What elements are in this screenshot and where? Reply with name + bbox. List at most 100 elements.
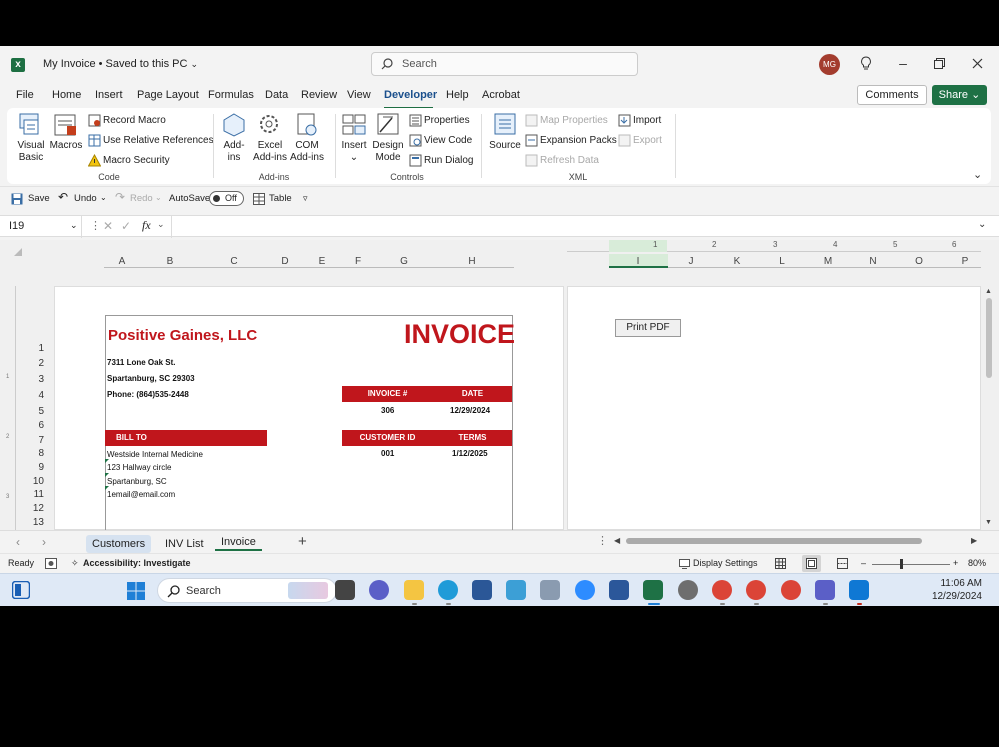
search-input[interactable]: Search — [371, 52, 638, 76]
microsoft-store-icon[interactable] — [472, 580, 492, 600]
print-pdf-button[interactable]: Print PDF — [615, 319, 681, 337]
row-header[interactable]: 4 — [22, 390, 44, 401]
tab-help[interactable]: Help — [446, 89, 469, 101]
scroll-up-icon[interactable]: ▲ — [985, 288, 992, 295]
autosave-toggle[interactable]: Off — [209, 191, 244, 206]
chrome-icon[interactable] — [712, 580, 732, 600]
relative-references-button[interactable]: Use Relative References — [103, 135, 214, 146]
scroll-down-icon[interactable]: ▼ — [985, 519, 992, 526]
scroll-tabs-left-icon[interactable]: ‹ — [16, 535, 20, 549]
map-properties-button[interactable]: Map Properties — [540, 115, 608, 126]
tab-developer[interactable]: Developer — [384, 89, 437, 101]
column-header[interactable]: H — [452, 256, 492, 267]
select-all-corner-icon[interactable] — [14, 248, 22, 256]
macro-recording-icon[interactable] — [45, 558, 57, 569]
row-header[interactable]: 9 — [22, 462, 44, 473]
normal-view-icon[interactable] — [775, 558, 786, 569]
insert-function-icon[interactable]: fx — [142, 218, 151, 233]
view-code-button[interactable]: View Code — [424, 135, 472, 146]
column-header[interactable]: F — [338, 256, 378, 267]
customize-toolbar-chevron-icon[interactable]: ▿ — [303, 193, 308, 204]
column-header[interactable]: N — [853, 256, 893, 267]
chrome-icon[interactable] — [781, 580, 801, 600]
remote-desktop-icon[interactable] — [506, 580, 526, 600]
widgets-icon[interactable] — [12, 581, 30, 599]
page-break-preview-icon[interactable] — [837, 558, 848, 569]
undo-button[interactable]: Undo — [74, 193, 97, 204]
sheet-tab-invoice[interactable]: Invoice — [215, 533, 262, 551]
add-ins-button[interactable]: Add-ins — [217, 140, 251, 164]
tab-page-layout[interactable]: Page Layout — [137, 89, 199, 101]
column-header[interactable]: K — [717, 256, 757, 267]
sheet-tab-customers[interactable]: Customers — [86, 535, 152, 553]
expand-formula-bar-chevron-icon[interactable]: ⌄ — [978, 219, 986, 230]
clock-date[interactable]: 12/29/2024 — [912, 591, 982, 602]
tab-view[interactable]: View — [347, 89, 371, 101]
horizontal-scrollbar-thumb[interactable] — [626, 538, 922, 544]
tab-insert[interactable]: Insert — [95, 89, 123, 101]
row-header[interactable]: 6 — [22, 420, 44, 431]
column-header[interactable]: G — [384, 256, 424, 267]
row-header[interactable]: 10 — [22, 476, 44, 487]
more-options-icon[interactable]: ⋮ — [597, 534, 608, 547]
accessibility-status[interactable]: Accessibility: Investigate — [83, 558, 191, 568]
zoom-in-icon[interactable]: + — [953, 558, 958, 568]
tab-file[interactable]: File — [16, 89, 34, 101]
display-settings-button[interactable]: Display Settings — [693, 558, 758, 568]
column-header[interactable]: M — [808, 256, 848, 267]
scroll-right-icon[interactable]: ▶ — [971, 536, 977, 545]
taskbar-search-input[interactable]: Search — [157, 578, 337, 603]
row-header[interactable]: 3 — [22, 374, 44, 385]
avatar[interactable]: MG — [819, 54, 840, 75]
design-mode-button[interactable]: Design Mode — [371, 140, 405, 164]
scrollbar-thumb[interactable] — [986, 298, 992, 378]
macro-security-button[interactable]: Macro Security — [103, 155, 170, 166]
tab-review[interactable]: Review — [301, 89, 337, 101]
row-header[interactable]: 11 — [22, 489, 44, 500]
scroll-left-icon[interactable]: ◀ — [614, 536, 620, 545]
tab-acrobat[interactable]: Acrobat — [482, 89, 520, 101]
zoom-slider[interactable] — [872, 564, 950, 565]
share-button[interactable]: Share ⌄ — [932, 85, 987, 105]
excel-icon[interactable] — [643, 580, 663, 600]
run-dialog-button[interactable]: Run Dialog — [424, 155, 473, 166]
row-header[interactable]: 12 — [22, 503, 44, 514]
teams-icon[interactable] — [815, 580, 835, 600]
comments-button[interactable]: Comments — [857, 85, 927, 105]
gimp-icon[interactable] — [678, 580, 698, 600]
confirm-entry-icon[interactable]: ✓ — [121, 219, 131, 233]
tab-formulas[interactable]: Formulas — [208, 89, 254, 101]
cancel-entry-icon[interactable]: ✕ — [103, 219, 113, 233]
row-header[interactable]: 2 — [22, 358, 44, 369]
column-header[interactable]: L — [762, 256, 802, 267]
lightbulb-icon[interactable] — [860, 56, 872, 72]
row-header[interactable]: 8 — [22, 448, 44, 459]
tab-home[interactable]: Home — [52, 89, 81, 101]
scroll-tabs-right-icon[interactable]: › — [42, 535, 46, 549]
column-header[interactable]: P — [945, 256, 985, 267]
windows-start-icon[interactable] — [127, 582, 145, 600]
properties-button[interactable]: Properties — [424, 115, 470, 126]
redo-dropdown-chevron-icon[interactable]: ⌄ — [155, 193, 162, 202]
save-button[interactable]: Save — [28, 193, 50, 204]
outlook-icon[interactable] — [849, 580, 869, 600]
zoom-slider-thumb[interactable] — [900, 559, 903, 569]
redo-button[interactable]: Redo — [130, 193, 153, 204]
zoom-out-icon[interactable]: – — [861, 558, 866, 568]
row-header[interactable]: 5 — [22, 406, 44, 417]
page-layout-view-icon[interactable] — [806, 558, 817, 569]
zoom-app-icon[interactable] — [575, 580, 595, 600]
clock-time[interactable]: 11:06 AM — [912, 578, 982, 589]
record-macro-button[interactable]: Record Macro — [103, 115, 166, 126]
function-dropdown-chevron-icon[interactable]: ⌄ — [157, 219, 165, 230]
column-header[interactable]: A — [102, 256, 142, 267]
insert-controls-button[interactable]: Insert ⌄ — [337, 140, 371, 164]
sheet-tab-inv-list[interactable]: INV List — [159, 535, 210, 553]
column-header[interactable]: O — [899, 256, 939, 267]
name-box[interactable]: I19 ⌄ — [0, 216, 82, 238]
refresh-data-button[interactable]: Refresh Data — [540, 155, 599, 166]
row-header[interactable]: 1 — [22, 343, 44, 354]
worksheet-area[interactable]: 1 2 3 4 5 6 A B C D E F G H I J K L M N … — [0, 240, 999, 535]
restore-icon[interactable] — [934, 58, 945, 69]
table-button[interactable]: Table — [269, 193, 292, 204]
